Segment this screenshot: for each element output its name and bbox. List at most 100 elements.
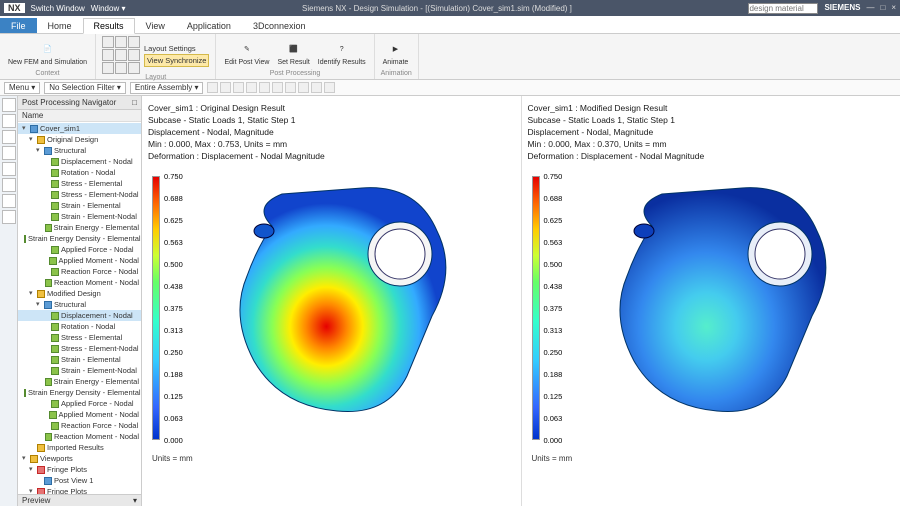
tree-item[interactable]: Strain Energy - Elemental: [18, 222, 141, 233]
navigator-tree[interactable]: ▾Cover_sim1▾Original Design▾StructuralDi…: [18, 122, 141, 494]
tool-6-icon[interactable]: [272, 82, 283, 93]
edit-post-view-button[interactable]: ✎Edit Post View: [222, 40, 271, 66]
layout-1-icon[interactable]: [102, 36, 114, 48]
menu-dropdown[interactable]: Menu ▾: [4, 82, 40, 94]
nav-5-icon[interactable]: [2, 162, 16, 176]
tool-4-icon[interactable]: [246, 82, 257, 93]
tab-view[interactable]: View: [135, 18, 176, 33]
tree-root[interactable]: ▾Cover_sim1: [18, 123, 141, 134]
tree-item[interactable]: Reaction Moment - Nodal: [18, 277, 141, 288]
tree-imported[interactable]: Imported Results: [18, 442, 141, 453]
assembly-filter-dropdown[interactable]: Entire Assembly ▾: [130, 82, 204, 94]
nav-1-icon[interactable]: [2, 98, 16, 112]
layout-5-icon[interactable]: [115, 49, 127, 61]
tree-structural-1[interactable]: ▾Structural: [18, 299, 141, 310]
tab-file[interactable]: File: [0, 18, 37, 33]
new-fem-sim-button[interactable]: 📄New FEM and Simulation: [6, 40, 89, 66]
tree-postview-1[interactable]: Post View 1: [18, 475, 141, 486]
tool-1-icon[interactable]: [207, 82, 218, 93]
nav-4-icon[interactable]: [2, 146, 16, 160]
identify-results-button[interactable]: ?Identify Results: [316, 40, 368, 66]
nav-2-icon[interactable]: [2, 114, 16, 128]
tree-item[interactable]: Strain - Element-Nodal: [18, 365, 141, 376]
legend-bar: [152, 176, 160, 440]
layout-4-icon[interactable]: [102, 49, 114, 61]
column-header-name[interactable]: Name: [18, 110, 141, 122]
tool-5-icon[interactable]: [259, 82, 270, 93]
legend-labels: 0.7500.6880.6250.5630.5000.4380.3750.313…: [164, 172, 183, 458]
tree-fringe-2[interactable]: ▾Fringe Plots: [18, 486, 141, 494]
legend-bar: [532, 176, 540, 440]
part-render-left[interactable]: [212, 176, 472, 436]
tool-9-icon[interactable]: [311, 82, 322, 93]
result-header-right: Cover_sim1 : Modified Design Result Subc…: [528, 102, 895, 162]
tool-8-icon[interactable]: [298, 82, 309, 93]
view-synchronize-button[interactable]: View Synchronize: [144, 54, 209, 67]
selection-filter-dropdown[interactable]: No Selection Filter ▾: [44, 82, 126, 94]
tree-structural-0[interactable]: ▾Structural: [18, 145, 141, 156]
tree-item[interactable]: Strain Energy Density - Elemental: [18, 233, 141, 244]
layout-8-icon[interactable]: [115, 62, 127, 74]
tree-item[interactable]: Stress - Element-Nodal: [18, 189, 141, 200]
maximize-button[interactable]: □: [880, 3, 885, 14]
tool-10-icon[interactable]: [324, 82, 335, 93]
tree-item[interactable]: Strain Energy Density - Elemental: [18, 387, 141, 398]
close-button[interactable]: ×: [891, 3, 896, 14]
tool-7-icon[interactable]: [285, 82, 296, 93]
result-icon: ⬛: [285, 40, 303, 58]
tree-item[interactable]: Stress - Elemental: [18, 178, 141, 189]
panel-options-icon[interactable]: □: [132, 98, 137, 107]
edit-icon: ✎: [238, 40, 256, 58]
layout-9-icon[interactable]: [128, 62, 140, 74]
nav-8-icon[interactable]: [2, 210, 16, 224]
preview-footer[interactable]: Preview▾: [18, 494, 141, 506]
tree-item[interactable]: Rotation - Nodal: [18, 321, 141, 332]
nav-7-icon[interactable]: [2, 194, 16, 208]
result-type: Displacement - Nodal, Magnitude: [148, 126, 515, 138]
tab-results[interactable]: Results: [83, 18, 135, 34]
tree-viewports[interactable]: ▾Viewports: [18, 453, 141, 464]
tree-item[interactable]: Displacement - Nodal: [18, 310, 141, 321]
tree-group-1[interactable]: ▾Modified Design: [18, 288, 141, 299]
tree-item[interactable]: Applied Moment - Nodal: [18, 409, 141, 420]
tab-home[interactable]: Home: [37, 18, 83, 33]
graphics-viewport[interactable]: Cover_sim1 : Original Design Result Subc…: [142, 96, 900, 506]
layout-2-icon[interactable]: [115, 36, 127, 48]
tree-item[interactable]: Reaction Moment - Nodal: [18, 431, 141, 442]
result-subcase: Subcase - Static Loads 1, Static Step 1: [148, 114, 515, 126]
minimize-button[interactable]: —: [866, 3, 874, 14]
tree-item[interactable]: Strain - Element-Nodal: [18, 211, 141, 222]
layout-6-icon[interactable]: [128, 49, 140, 61]
tree-item[interactable]: Rotation - Nodal: [18, 167, 141, 178]
tree-item[interactable]: Stress - Elemental: [18, 332, 141, 343]
tree-item[interactable]: Strain - Elemental: [18, 354, 141, 365]
tab-application[interactable]: Application: [176, 18, 242, 33]
tree-item[interactable]: Applied Moment - Nodal: [18, 255, 141, 266]
part-render-right[interactable]: [592, 176, 852, 436]
tool-2-icon[interactable]: [220, 82, 231, 93]
layout-3-icon[interactable]: [128, 36, 140, 48]
command-finder[interactable]: [748, 3, 818, 14]
tab-3dconnexion[interactable]: 3Dconnexion: [242, 18, 317, 33]
tree-item[interactable]: Applied Force - Nodal: [18, 244, 141, 255]
tree-fringe[interactable]: ▾Fringe Plots: [18, 464, 141, 475]
result-range: Min : 0.000, Max : 0.753, Units = mm: [148, 138, 515, 150]
layout-7-icon[interactable]: [102, 62, 114, 74]
tree-item[interactable]: Stress - Element-Nodal: [18, 343, 141, 354]
animate-button[interactable]: ▶Animate: [381, 40, 411, 66]
nav-6-icon[interactable]: [2, 178, 16, 192]
tree-item[interactable]: Strain - Elemental: [18, 200, 141, 211]
layout-settings-button[interactable]: Layout Settings: [144, 43, 209, 54]
tree-item[interactable]: Reaction Force - Nodal: [18, 420, 141, 431]
window-menu[interactable]: Window ▾: [91, 4, 126, 13]
tree-group-0[interactable]: ▾Original Design: [18, 134, 141, 145]
tree-item[interactable]: Strain Energy - Elemental: [18, 376, 141, 387]
tree-item[interactable]: Applied Force - Nodal: [18, 398, 141, 409]
switch-window[interactable]: Switch Window: [31, 4, 85, 13]
tool-3-icon[interactable]: [233, 82, 244, 93]
nav-3-icon[interactable]: [2, 130, 16, 144]
tree-item[interactable]: Displacement - Nodal: [18, 156, 141, 167]
selection-bar: Menu ▾ No Selection Filter ▾ Entire Asse…: [0, 80, 900, 96]
set-result-button[interactable]: ⬛Set Result: [275, 40, 311, 66]
tree-item[interactable]: Reaction Force - Nodal: [18, 266, 141, 277]
